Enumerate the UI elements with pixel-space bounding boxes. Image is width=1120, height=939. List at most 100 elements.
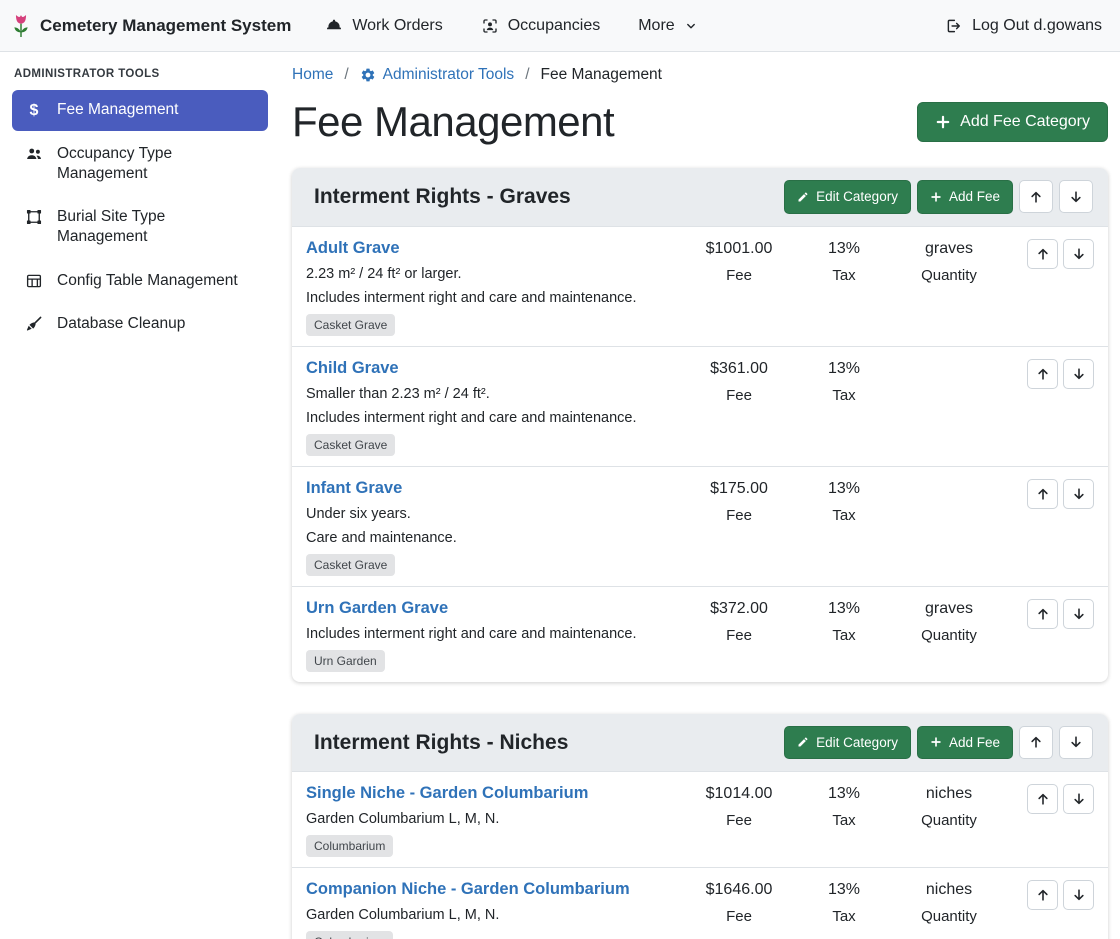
add-fee-category-button[interactable]: Add Fee Category bbox=[917, 102, 1108, 142]
fee-name-link[interactable]: Infant Grave bbox=[306, 479, 402, 498]
arrow-up-icon bbox=[1036, 888, 1050, 902]
quantity-label: Quantity bbox=[890, 812, 1008, 829]
sidebar-item-burial-site-type-management[interactable]: Burial Site Type Management bbox=[12, 197, 268, 257]
quantity-column: niches Quantity bbox=[890, 784, 1008, 829]
fee-amount-column: $1646.00 Fee bbox=[680, 880, 798, 925]
fee-reorder-controls bbox=[1008, 599, 1094, 629]
fee-name-link[interactable]: Urn Garden Grave bbox=[306, 599, 448, 618]
move-fee-up-button[interactable] bbox=[1027, 880, 1058, 910]
fee-description: Garden Columbarium L, M, N. bbox=[306, 812, 680, 827]
add-fee-category-label: Add Fee Category bbox=[960, 114, 1090, 130]
sidebar-item-config-table-management[interactable]: Config Table Management bbox=[12, 261, 268, 301]
nav-occupancies[interactable]: Occupancies bbox=[481, 17, 601, 35]
fee-description: Garden Columbarium L, M, N. bbox=[306, 908, 680, 923]
breadcrumb-admin-tools-link[interactable]: Administrator Tools bbox=[360, 66, 515, 84]
sidebar-item-database-cleanup[interactable]: Database Cleanup bbox=[12, 304, 268, 344]
category-title: Interment Rights - Graves bbox=[314, 183, 571, 210]
tulip-logo-icon bbox=[10, 13, 32, 39]
fee-type-badge: Casket Grave bbox=[306, 314, 395, 336]
move-category-down-button[interactable] bbox=[1059, 180, 1093, 213]
breadcrumb-home-link[interactable]: Home bbox=[292, 66, 333, 84]
fee-row: Urn Garden Grave Includes interment righ… bbox=[292, 586, 1108, 682]
logout-link[interactable]: Log Out d.gowans bbox=[945, 17, 1102, 35]
sidebar-heading: ADMINISTRATOR TOOLS bbox=[14, 68, 266, 80]
tax-label: Tax bbox=[798, 627, 890, 644]
fee-type-badge: Columbarium bbox=[306, 931, 393, 939]
tax-label: Tax bbox=[798, 812, 890, 829]
fee-description: Care and maintenance. bbox=[306, 531, 680, 546]
arrow-down-icon bbox=[1072, 367, 1086, 381]
move-fee-down-button[interactable] bbox=[1063, 880, 1094, 910]
page-header: Fee Management Add Fee Category bbox=[292, 98, 1108, 146]
move-fee-down-button[interactable] bbox=[1063, 784, 1094, 814]
arrow-down-icon bbox=[1069, 735, 1083, 749]
move-fee-down-button[interactable] bbox=[1063, 239, 1094, 269]
fee-name-link[interactable]: Child Grave bbox=[306, 359, 399, 378]
quantity-label: Quantity bbox=[890, 908, 1008, 925]
category-header: Interment Rights - Graves Edit Category … bbox=[292, 168, 1108, 226]
sidebar-item-occupancy-type-management[interactable]: Occupancy Type Management bbox=[12, 134, 268, 194]
move-fee-up-button[interactable] bbox=[1027, 239, 1058, 269]
add-fee-button[interactable]: Add Fee bbox=[917, 180, 1013, 214]
tax-column: 13% Tax bbox=[798, 880, 890, 925]
move-fee-up-button[interactable] bbox=[1027, 479, 1058, 509]
dollar-icon: $ bbox=[24, 101, 44, 121]
main-content: Home / Administrator Tools / Fee Managem… bbox=[280, 52, 1120, 939]
gear-icon bbox=[360, 67, 376, 83]
quantity-column: graves Quantity bbox=[890, 599, 1008, 644]
main-nav: Work Orders Occupancies More bbox=[325, 17, 697, 35]
add-fee-button[interactable]: Add Fee bbox=[917, 726, 1013, 760]
table-icon bbox=[24, 272, 44, 290]
move-category-up-button[interactable] bbox=[1019, 726, 1053, 759]
tax-column: 13% Tax bbox=[798, 359, 890, 404]
fee-description: Includes interment right and care and ma… bbox=[306, 627, 680, 642]
fee-amount: $1646.00 bbox=[680, 880, 798, 899]
fee-row: Child Grave Smaller than 2.23 m² / 24 ft… bbox=[292, 346, 1108, 466]
move-fee-down-button[interactable] bbox=[1063, 479, 1094, 509]
fee-name-link[interactable]: Companion Niche - Garden Columbarium bbox=[306, 880, 630, 899]
hard-hat-icon bbox=[325, 17, 343, 35]
add-fee-label: Add Fee bbox=[949, 190, 1000, 204]
edit-category-label: Edit Category bbox=[816, 736, 898, 750]
breadcrumb-separator: / bbox=[525, 66, 529, 84]
tax-column: 13% Tax bbox=[798, 599, 890, 644]
arrow-up-icon bbox=[1036, 607, 1050, 621]
move-fee-up-button[interactable] bbox=[1027, 599, 1058, 629]
top-navbar: Cemetery Management System Work Orders O… bbox=[0, 0, 1120, 52]
tax-label: Tax bbox=[798, 507, 890, 524]
edit-category-button[interactable]: Edit Category bbox=[784, 180, 911, 214]
fee-name-link[interactable]: Adult Grave bbox=[306, 239, 400, 258]
fee-type-badge: Columbarium bbox=[306, 835, 393, 857]
fee-description: 2.23 m² / 24 ft² or larger. bbox=[306, 267, 680, 282]
fee-amount-label: Fee bbox=[680, 267, 798, 284]
move-fee-up-button[interactable] bbox=[1027, 359, 1058, 389]
quantity-unit: graves bbox=[890, 599, 1008, 618]
vector-square-icon bbox=[24, 208, 44, 226]
move-fee-down-button[interactable] bbox=[1063, 599, 1094, 629]
move-category-up-button[interactable] bbox=[1019, 180, 1053, 213]
fee-category-card-graves: Interment Rights - Graves Edit Category … bbox=[292, 168, 1108, 682]
nav-work-orders[interactable]: Work Orders bbox=[325, 17, 442, 35]
arrow-down-icon bbox=[1072, 888, 1086, 902]
edit-category-button[interactable]: Edit Category bbox=[784, 726, 911, 760]
chevron-down-icon bbox=[684, 19, 698, 33]
move-fee-up-button[interactable] bbox=[1027, 784, 1058, 814]
plus-icon bbox=[935, 114, 951, 130]
sidebar-item-fee-management[interactable]: $ Fee Management bbox=[12, 90, 268, 131]
arrow-down-icon bbox=[1072, 792, 1086, 806]
breadcrumb-admin-tools-label: Administrator Tools bbox=[383, 66, 515, 84]
fee-name-link[interactable]: Single Niche - Garden Columbarium bbox=[306, 784, 588, 803]
fee-reorder-controls bbox=[1008, 784, 1094, 814]
app-brand[interactable]: Cemetery Management System bbox=[10, 13, 291, 39]
nav-more[interactable]: More bbox=[638, 17, 697, 35]
quantity-column: graves Quantity bbox=[890, 239, 1008, 284]
fee-amount-column: $1014.00 Fee bbox=[680, 784, 798, 829]
move-category-down-button[interactable] bbox=[1059, 726, 1093, 759]
quantity-unit: graves bbox=[890, 239, 1008, 258]
fee-amount-label: Fee bbox=[680, 627, 798, 644]
breadcrumb-current: Fee Management bbox=[541, 66, 663, 84]
move-fee-down-button[interactable] bbox=[1063, 359, 1094, 389]
fee-reorder-controls bbox=[1008, 359, 1094, 389]
fee-reorder-controls bbox=[1008, 479, 1094, 509]
quantity-unit: niches bbox=[890, 784, 1008, 803]
